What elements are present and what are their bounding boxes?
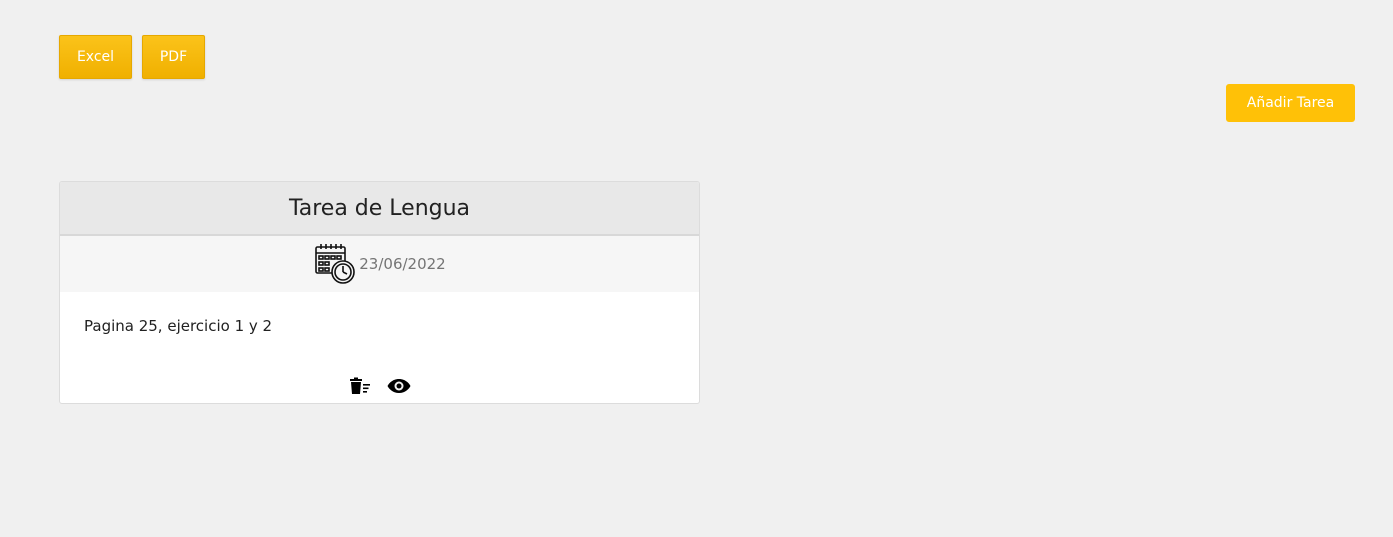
pdf-export-button[interactable]: PDF: [142, 35, 205, 79]
calendar-clock-icon: [313, 242, 357, 286]
task-date-row: 23/06/2022: [60, 236, 699, 292]
add-task-button[interactable]: Añadir Tarea: [1226, 84, 1355, 122]
eye-icon[interactable]: [387, 378, 411, 394]
trash-icon[interactable]: [349, 377, 371, 395]
page: Excel PDF Añadir Tarea Tarea de Lengua 2…: [0, 0, 1393, 537]
task-title: Tarea de Lengua: [60, 182, 699, 236]
excel-export-button[interactable]: Excel: [59, 35, 132, 79]
task-description: Pagina 25, ejercicio 1 y 2: [84, 317, 273, 335]
task-date: 23/06/2022: [359, 255, 446, 273]
task-card: Tarea de Lengua 23/06/2022 Pagina 25, ej…: [59, 181, 700, 404]
task-actions: [60, 377, 699, 395]
